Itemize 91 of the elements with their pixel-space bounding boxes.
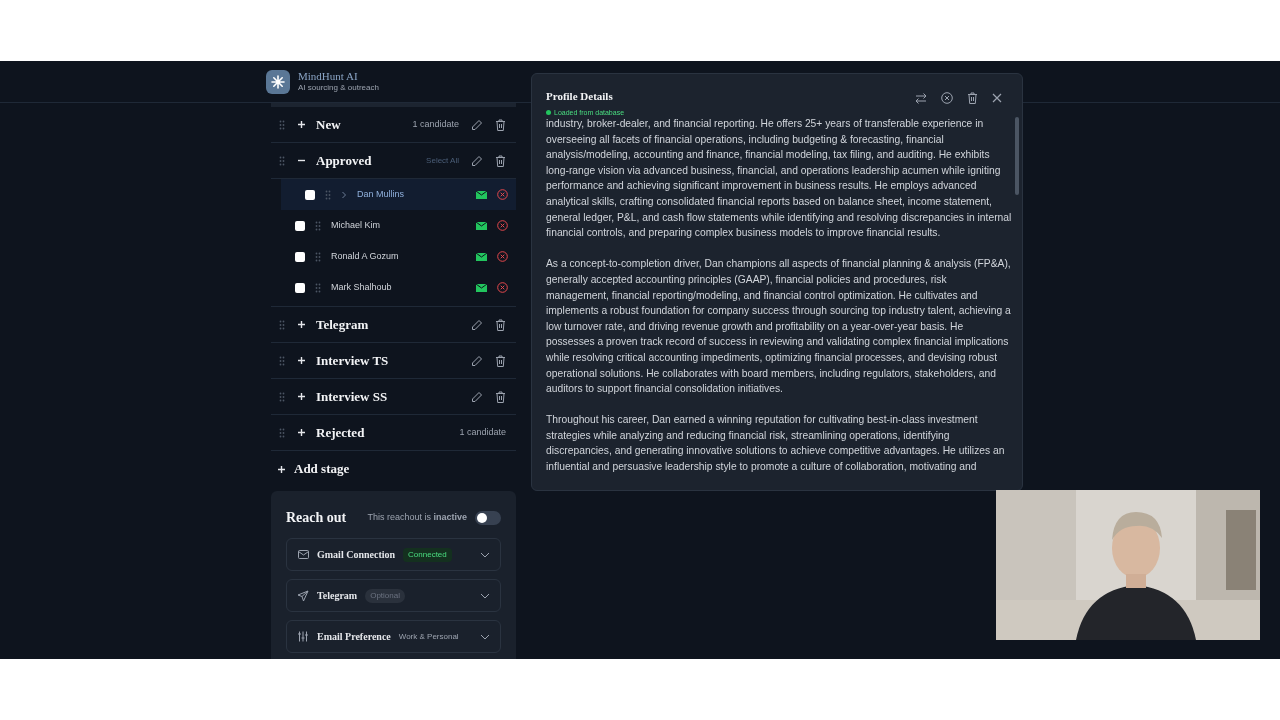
stage-row[interactable]: New 1 candidate xyxy=(271,107,516,143)
accordion-subtitle: Work & Personal xyxy=(398,630,459,643)
remove-icon[interactable] xyxy=(497,189,508,200)
stage-row[interactable]: Telegram xyxy=(271,307,516,343)
chevron-down-icon xyxy=(480,551,490,558)
accordion-header[interactable]: Gmail Connection Connected xyxy=(286,538,501,571)
trash-icon[interactable] xyxy=(495,118,506,131)
mail-icon[interactable] xyxy=(476,283,487,292)
chevron-down-icon xyxy=(480,592,490,599)
mail-icon xyxy=(297,550,309,559)
edit-icon[interactable] xyxy=(471,318,483,331)
candidate-row[interactable]: Ronald A Gozum xyxy=(271,241,516,272)
candidate-row[interactable]: Mark Shalhoub xyxy=(271,272,516,303)
paragraph: industry, broker-dealer, and financial reporting. He offers 25+ years of transferable experience in overseeing all facets of financial operations, including budgeting & forecasting, financial analysis/modeling, accounting and finance, financial modeling, tax filing, and auditing. He exhibits long-range vision via advanced business, financial, and operations leadership acumen while igniting performance and achieving significant improvement in business results. He employs advanced analytical skills, crafting consolidated financial reports based on balance sheet, income statement, general ledger, P&L, and cash flow statements while identifying and resolving discrepancies in internal financial controls, and preparing complex business models to improve financial results. xyxy=(546,117,1012,241)
modal-title: Profile Details xyxy=(546,89,614,104)
candidate-name: Michael Kim xyxy=(331,218,381,232)
drag-handle-icon[interactable] xyxy=(279,155,285,166)
trash-icon[interactable] xyxy=(495,154,506,167)
trash-icon[interactable] xyxy=(495,390,506,403)
trash-icon[interactable] xyxy=(495,318,506,331)
chevron-down-icon xyxy=(480,633,490,640)
app-name: MindHunt AI xyxy=(298,69,359,84)
drag-handle-icon[interactable] xyxy=(315,220,321,231)
app-logo-icon xyxy=(266,69,290,94)
trash-icon[interactable] xyxy=(967,92,978,104)
stage-title: Telegram xyxy=(316,315,370,334)
stage-title: Rejected xyxy=(316,423,366,442)
stage-title: Approved xyxy=(316,151,373,170)
mail-icon[interactable] xyxy=(476,190,487,199)
expand-icon[interactable] xyxy=(297,428,306,437)
status-badge: Connected xyxy=(403,547,452,562)
accordion-header[interactable]: Telegram Optional xyxy=(286,579,501,612)
stage-row[interactable]: Interview SS xyxy=(271,379,516,415)
candidate-name: Dan Mullins xyxy=(357,187,406,201)
send-icon xyxy=(297,589,309,602)
section-title: Reach out xyxy=(286,509,347,527)
edit-icon[interactable] xyxy=(471,390,483,403)
chevron-right-icon xyxy=(341,190,347,199)
drag-handle-icon[interactable] xyxy=(279,119,285,130)
checkbox[interactable] xyxy=(295,282,305,293)
drag-handle-icon[interactable] xyxy=(279,355,285,366)
checkbox[interactable] xyxy=(305,189,315,200)
edit-icon[interactable] xyxy=(471,354,483,367)
stage-title: Interview SS xyxy=(316,387,389,406)
reject-icon[interactable] xyxy=(941,92,953,104)
paragraph: As a concept-to-completion driver, Dan champions all aspects of financial planning & analysis (FP&A), generally accepted accounting principles (GAAP), financial policies and procedures, risk management, financial reporting/modeling, and financial control optimization. He cultivates and implements a robust foundation for company success through sourcing top industry talent, achieving a low turnover rate, and driving revenue growth and profitability on a year-over-year basis. He possesses a proven track record of success in reviewing and validating complex financial implications while resolving critical accounting impediments, optimizing financial processes, and devising robust operational solutions. He collaborates with board members, including regulators, stakeholders, and auditors to support financial consolidation initiatives. xyxy=(546,257,1012,397)
candidate-count: 1 candidate xyxy=(412,117,459,131)
drag-handle-icon[interactable] xyxy=(279,427,285,438)
edit-icon[interactable] xyxy=(471,118,483,131)
sliders-icon xyxy=(297,631,309,642)
expand-icon[interactable] xyxy=(297,356,306,365)
checkbox[interactable] xyxy=(295,251,305,262)
candidate-row[interactable]: Michael Kim xyxy=(271,210,516,241)
add-stage-button[interactable]: Add stage xyxy=(271,451,516,487)
candidate-row[interactable]: Dan Mullins xyxy=(281,179,516,210)
expand-icon[interactable] xyxy=(297,320,306,329)
drag-handle-icon[interactable] xyxy=(325,189,331,200)
accordion-title: Telegram xyxy=(317,589,358,603)
stage-row[interactable]: Interview TS xyxy=(271,343,516,379)
status-text: This reachout is inactive xyxy=(367,510,467,524)
candidate-count: 1 candidate xyxy=(459,425,506,439)
close-icon[interactable] xyxy=(992,93,1002,103)
mail-icon[interactable] xyxy=(476,221,487,230)
accordion-title: Gmail Connection xyxy=(317,548,396,562)
stage-title: Interview TS xyxy=(316,351,390,370)
accordion-header[interactable]: Email Preference Work & Personal xyxy=(286,620,501,653)
stage-title: New xyxy=(316,115,342,134)
status-badge: Optional xyxy=(365,588,405,603)
remove-icon[interactable] xyxy=(497,251,508,262)
stage-row[interactable]: Rejected 1 candidate xyxy=(271,415,516,451)
edit-icon[interactable] xyxy=(471,154,483,167)
accordion-title: Email Preference xyxy=(317,630,391,644)
remove-icon[interactable] xyxy=(497,220,508,231)
remove-icon[interactable] xyxy=(497,282,508,293)
drag-handle-icon[interactable] xyxy=(315,251,321,262)
drag-handle-icon[interactable] xyxy=(279,391,285,402)
plus-icon xyxy=(277,464,286,474)
checkbox[interactable] xyxy=(295,220,305,231)
scrollbar-thumb[interactable] xyxy=(1015,117,1019,195)
drag-handle-icon[interactable] xyxy=(279,319,285,330)
toggle-switch[interactable] xyxy=(475,510,501,525)
candidate-name: Mark Shalhoub xyxy=(331,280,393,294)
expand-icon[interactable] xyxy=(297,120,306,129)
app-tagline: AI sourcing & outreach xyxy=(298,83,379,94)
mail-icon[interactable] xyxy=(476,252,487,261)
expand-icon[interactable] xyxy=(297,392,306,401)
drag-handle-icon[interactable] xyxy=(315,282,321,293)
swap-icon[interactable] xyxy=(915,92,927,104)
paragraph: Throughout his career, Dan earned a winning reputation for cultivating best-in-class investment strategies while analyzing and reducing financial risk, streamlining operations, identifying discrepancies, and generating innovative solutions to achieve competitive advantages. He utilizes an influential and persuasive leadership style to promote a culture of collaboration, motivating and xyxy=(546,413,1006,475)
trash-icon[interactable] xyxy=(495,354,506,367)
candidate-name: Ronald A Gozum xyxy=(331,249,400,263)
